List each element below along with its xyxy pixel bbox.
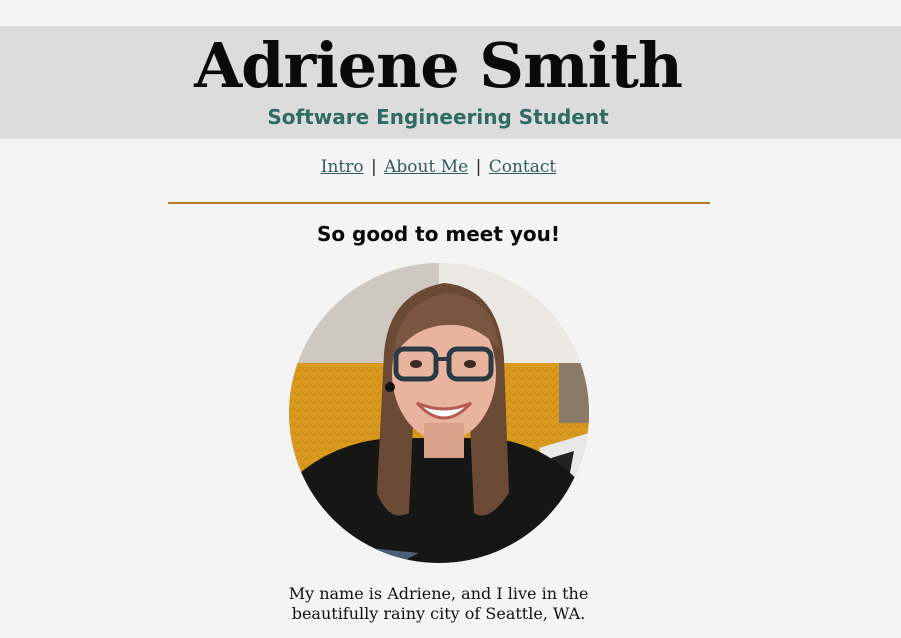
- bio-text: My name is Adriene, and I live in the be…: [0, 584, 877, 624]
- site-subtitle: Software Engineering Student: [267, 105, 609, 129]
- bio-line-2: beautifully rainy city of Seattle, WA.: [291, 604, 586, 623]
- nav-link-intro[interactable]: Intro: [321, 157, 364, 177]
- nav-separator: |: [371, 157, 377, 177]
- nav-separator: |: [475, 157, 482, 177]
- main-nav: Intro | About Me | Contact: [0, 155, 877, 179]
- profile-photo: [289, 263, 589, 563]
- nav-link-about-me[interactable]: About Me: [384, 157, 468, 177]
- bio-line-1: My name is Adriene, and I live in the: [288, 584, 589, 603]
- site-title: Adriene Smith: [194, 29, 683, 102]
- greeting-heading: So good to meet you!: [316, 222, 561, 246]
- section-divider: [168, 202, 710, 204]
- nav-link-contact[interactable]: Contact: [489, 157, 557, 177]
